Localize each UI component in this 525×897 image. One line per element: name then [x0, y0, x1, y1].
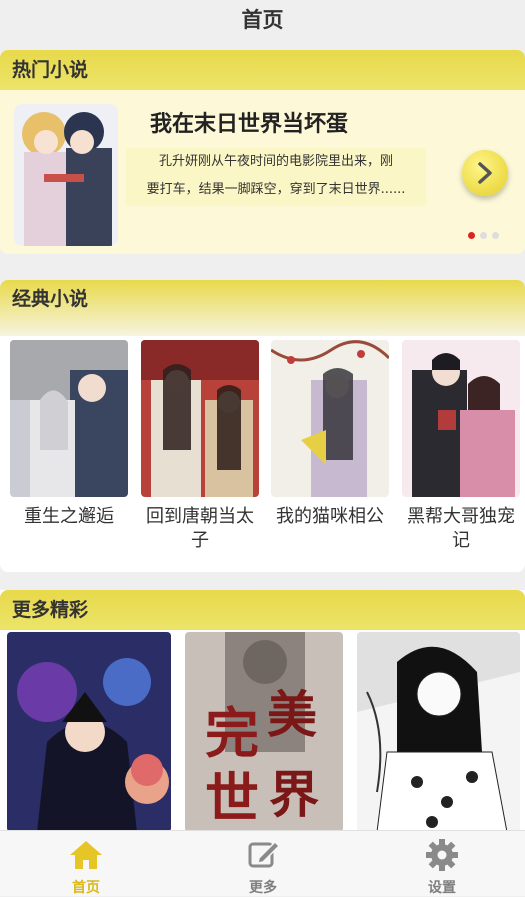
tab-more[interactable]: 更多	[223, 839, 303, 897]
more-section: 更多精彩 完 美 世 界	[0, 590, 525, 830]
edit-icon	[248, 840, 281, 868]
more-book-cover[interactable]	[7, 632, 171, 830]
book-title[interactable]: 重生之邂逅	[10, 505, 128, 529]
book-title[interactable]: 回到唐朝当太子	[141, 505, 259, 553]
tab-label: 设置	[428, 880, 456, 896]
hot-carousel[interactable]: 我在末日世界当坏蛋 孔升妍刚从午夜时间的电影院里出来，刚 要打车，结果一脚踩空，…	[0, 90, 525, 254]
book-cover[interactable]	[10, 340, 128, 497]
book-cover[interactable]	[271, 340, 389, 497]
hot-book-description-line: 孔升妍刚从午夜时间的电影院里出来，刚	[158, 154, 393, 169]
chevron-right-icon	[478, 162, 492, 184]
tab-label: 首页	[72, 880, 100, 896]
more-section-title: 更多精彩	[0, 590, 525, 630]
carousel-dot[interactable]	[468, 232, 475, 239]
tab-label: 更多	[249, 880, 277, 896]
hot-book-description-line: 要打车，结果一脚踩空，穿到了末日世界......	[146, 182, 406, 197]
next-button[interactable]	[462, 150, 508, 196]
carousel-dot[interactable]	[480, 232, 487, 239]
home-icon	[70, 841, 102, 869]
tab-home[interactable]: 首页	[46, 839, 126, 897]
gear-icon	[426, 839, 458, 871]
tab-settings[interactable]: 设置	[402, 839, 482, 897]
hot-book-title[interactable]: 我在末日世界当坏蛋	[150, 106, 348, 138]
book-card[interactable]: 黑帮大哥独宠记	[402, 340, 520, 553]
hot-book-description: 孔升妍刚从午夜时间的电影院里出来，刚 要打车，结果一脚踩空，穿到了末日世界...…	[126, 148, 426, 206]
svg-text:美: 美	[267, 685, 317, 744]
book-title[interactable]: 我的猫咪相公	[271, 505, 389, 529]
book-card[interactable]: 重生之邂逅	[10, 340, 128, 529]
carousel-dot[interactable]	[492, 232, 499, 239]
bottom-tab-bar: 首页 更多 设置	[0, 830, 525, 896]
svg-text:世: 世	[205, 766, 259, 830]
classic-section-title: 经典小说	[0, 280, 525, 336]
book-card[interactable]: 我的猫咪相公	[271, 340, 389, 529]
more-book-cover[interactable]: 完 美 世 界	[185, 632, 343, 830]
classic-novels-section: 经典小说 重生之邂逅 回到唐朝当太子 我的猫咪相公 黑帮大哥独宠记	[0, 280, 525, 572]
book-cover[interactable]	[141, 340, 259, 497]
svg-text:完: 完	[205, 701, 259, 765]
book-title[interactable]: 黑帮大哥独宠记	[402, 505, 520, 553]
hot-book-cover[interactable]	[14, 104, 118, 246]
carousel-indicator	[468, 232, 499, 239]
hot-section-title: 热门小说	[0, 50, 525, 90]
book-cover[interactable]	[402, 340, 520, 497]
book-card[interactable]: 回到唐朝当太子	[141, 340, 259, 553]
page-title: 首页	[0, 0, 525, 44]
more-book-cover[interactable]	[357, 632, 520, 830]
hot-novels-section: 热门小说 我在末日世界当坏蛋 孔升妍刚从午夜时间的电影院里出来，刚 要打车，结果…	[0, 50, 525, 254]
svg-text:界: 界	[269, 765, 319, 824]
